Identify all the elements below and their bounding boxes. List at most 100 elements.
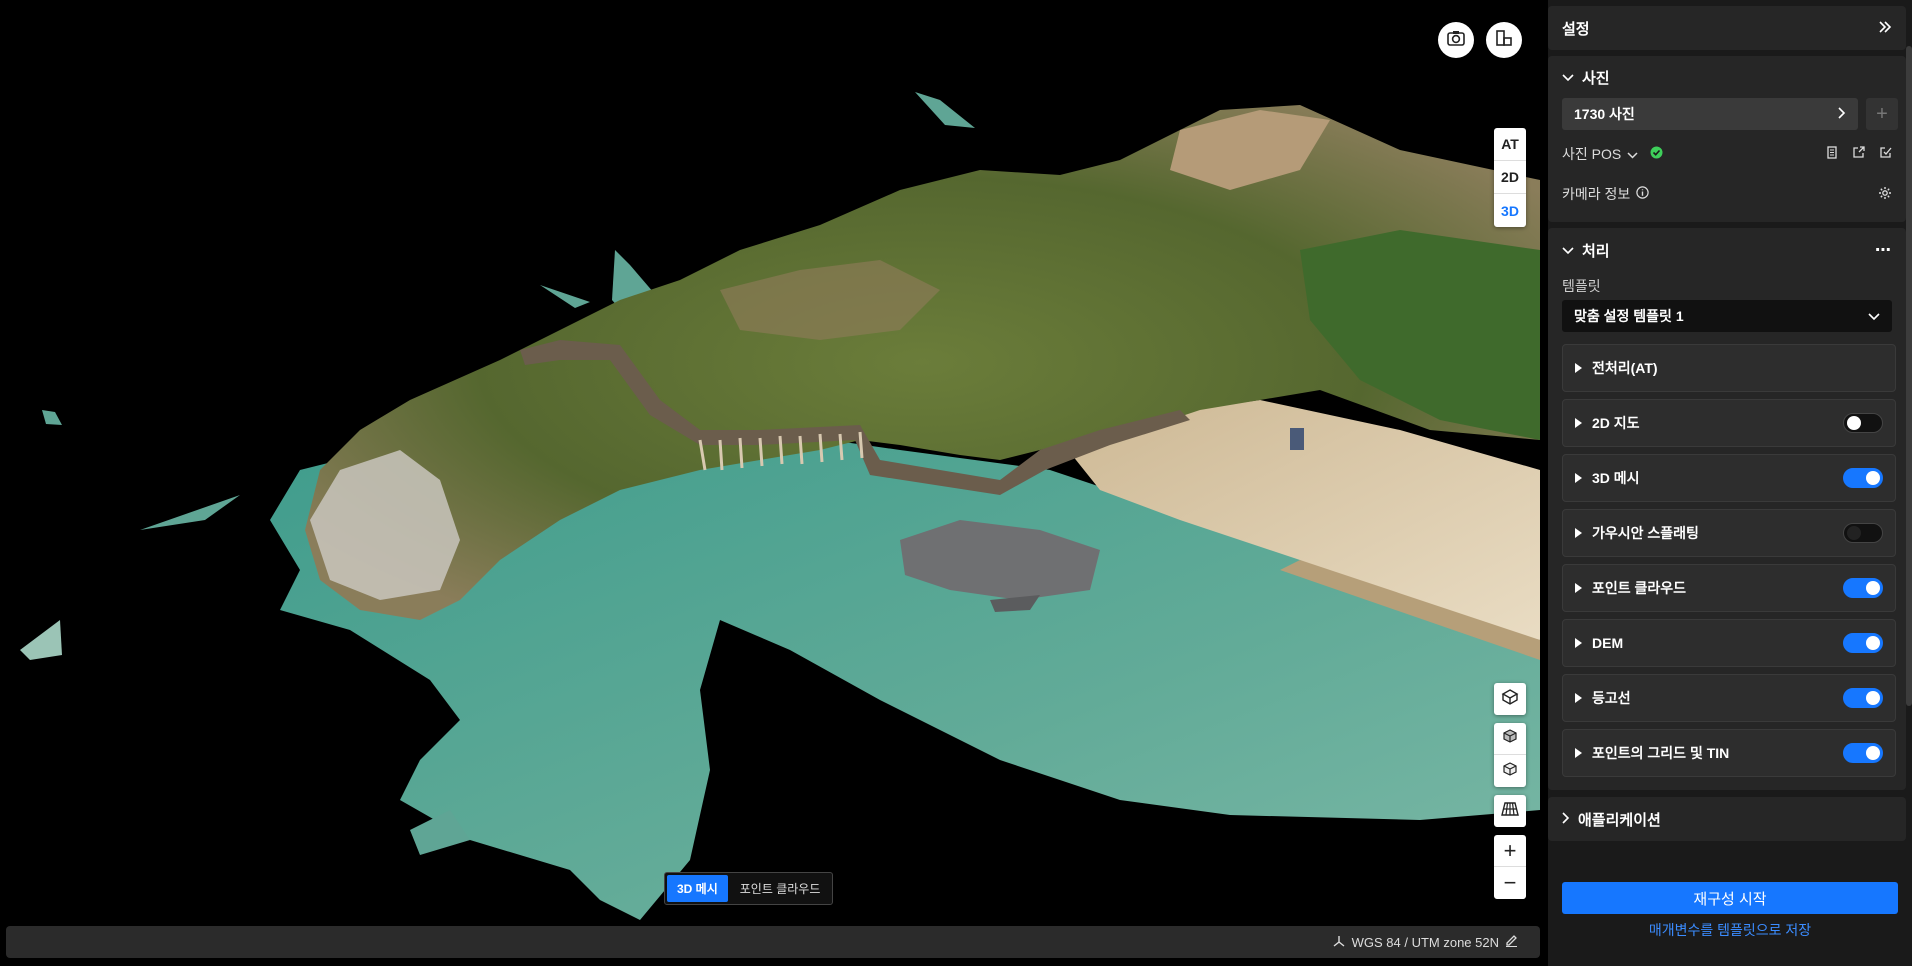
layer-switch: 3D 메시 포인트 클라우드 bbox=[664, 872, 834, 905]
proc-item-grid-tin[interactable]: 포인트의 그리드 및 TIN bbox=[1562, 729, 1896, 777]
3d-mesh-scene[interactable] bbox=[0, 0, 1540, 930]
start-reconstruction-button[interactable]: 재구성 시작 bbox=[1562, 882, 1898, 914]
proc-item-contour[interactable]: 등고선 bbox=[1562, 674, 1896, 722]
grid-floor-icon bbox=[1501, 801, 1519, 822]
gear-icon[interactable] bbox=[1878, 186, 1892, 203]
template-select[interactable]: 맞춤 설정 템플릿 1 bbox=[1562, 300, 1892, 332]
floorplan-button[interactable] bbox=[1486, 22, 1522, 58]
proc-item-label: 3D 메시 bbox=[1592, 470, 1640, 486]
view-mode-3d[interactable]: 3D bbox=[1494, 194, 1526, 227]
layer-tab-mesh[interactable]: 3D 메시 bbox=[667, 875, 728, 902]
caret-right-icon bbox=[1575, 638, 1582, 648]
proc-item-3d-mesh[interactable]: 3D 메시 bbox=[1562, 454, 1896, 502]
view-mode-2d[interactable]: 2D bbox=[1494, 161, 1526, 194]
export-icon[interactable] bbox=[1852, 146, 1865, 162]
toggle-knob bbox=[1866, 746, 1880, 760]
toggle-3d-mesh[interactable] bbox=[1843, 468, 1883, 488]
proc-item-dem[interactable]: DEM bbox=[1562, 619, 1896, 667]
settings-panel: 설정 사진 1730 사진 + 사진 POS 카메라 정보 처리 ⋯ 템플릿 맞… bbox=[1548, 0, 1912, 966]
caret-right-icon bbox=[1575, 418, 1582, 428]
photo-count-row: 1730 사진 + bbox=[1548, 98, 1906, 130]
toggle-knob bbox=[1847, 526, 1861, 540]
collapse-panel-icon[interactable] bbox=[1878, 20, 1892, 37]
camera-info-label: 카메라 정보 bbox=[1562, 186, 1631, 202]
status-bar: WGS 84 / UTM zone 52N bbox=[6, 926, 1540, 958]
applications-section-header[interactable]: 애플리케이션 bbox=[1548, 797, 1906, 841]
caret-right-icon bbox=[1575, 363, 1582, 373]
layers-button[interactable] bbox=[1494, 683, 1526, 715]
proc-item-label: 등고선 bbox=[1592, 690, 1631, 706]
edit-icon[interactable] bbox=[1505, 934, 1518, 950]
proc-item-label: 전처리(AT) bbox=[1592, 360, 1658, 376]
zoom-out-icon: − bbox=[1503, 870, 1517, 895]
caret-right-icon bbox=[1575, 583, 1582, 593]
floorplan-icon bbox=[1495, 29, 1513, 52]
photos-section-title: 사진 bbox=[1582, 69, 1610, 87]
toggle-point-cloud[interactable] bbox=[1843, 578, 1883, 598]
proc-item-at[interactable]: 전처리(AT) bbox=[1562, 344, 1896, 392]
zoom-in-icon: + bbox=[1503, 837, 1517, 863]
box-icon bbox=[1503, 761, 1517, 781]
toggle-grid-tin[interactable] bbox=[1843, 743, 1883, 763]
info-icon[interactable] bbox=[1636, 186, 1649, 202]
chevron-down-icon bbox=[1868, 308, 1880, 324]
chevron-down-icon bbox=[1562, 69, 1574, 86]
toggle-contour[interactable] bbox=[1843, 688, 1883, 708]
toggle-knob bbox=[1866, 471, 1880, 485]
import-check-icon[interactable] bbox=[1879, 146, 1892, 162]
processing-section-header[interactable]: 처리 ⋯ bbox=[1548, 228, 1906, 272]
panel-scrollbar[interactable] bbox=[1906, 46, 1912, 706]
toggle-2d-map[interactable] bbox=[1843, 413, 1883, 433]
side-toolbar: + − bbox=[1494, 683, 1526, 899]
photos-section-header[interactable]: 사진 bbox=[1548, 56, 1906, 98]
view-mode-at[interactable]: AT bbox=[1494, 128, 1526, 161]
chevron-down-icon[interactable] bbox=[1627, 146, 1638, 162]
more-icon[interactable]: ⋯ bbox=[1875, 240, 1892, 260]
caret-right-icon bbox=[1575, 528, 1582, 538]
camera-info-row: 카메라 정보 bbox=[1548, 174, 1906, 214]
zoom-in-button[interactable]: + bbox=[1494, 835, 1526, 867]
toggle-dem[interactable] bbox=[1843, 633, 1883, 653]
screenshot-button[interactable] bbox=[1438, 22, 1474, 58]
proc-item-label: DEM bbox=[1592, 635, 1624, 651]
layer-tab-point-cloud[interactable]: 포인트 클라우드 bbox=[730, 875, 831, 902]
proc-item-label: 가우시안 스플래팅 bbox=[1592, 525, 1699, 541]
toggle-knob bbox=[1847, 416, 1861, 430]
template-label: 템플릿 bbox=[1562, 278, 1601, 294]
save-template-link[interactable]: 매개변수를 템플릿으로 저장 bbox=[1562, 920, 1898, 940]
document-icon[interactable] bbox=[1826, 146, 1838, 162]
toggle-knob bbox=[1866, 581, 1880, 595]
textured-box-button[interactable] bbox=[1494, 755, 1526, 787]
toggle-knob bbox=[1866, 636, 1880, 650]
template-value: 맞춤 설정 템플릿 1 bbox=[1574, 308, 1684, 324]
photos-section: 사진 1730 사진 + 사진 POS 카메라 정보 bbox=[1548, 56, 1906, 222]
proc-item-gaussian-splatting[interactable]: 가우시안 스플래팅 bbox=[1562, 509, 1896, 557]
applications-section: 애플리케이션 bbox=[1548, 797, 1906, 841]
solid-box-button[interactable] bbox=[1494, 723, 1526, 755]
photo-pos-label[interactable]: 사진 POS bbox=[1562, 144, 1621, 164]
processing-section: 처리 ⋯ 템플릿 맞춤 설정 템플릿 1 전처리(AT) 2D 지도 3D 메시… bbox=[1548, 228, 1906, 790]
zoom-out-button[interactable]: − bbox=[1494, 867, 1526, 899]
layers-cube-icon bbox=[1501, 688, 1519, 711]
add-photos-button[interactable]: + bbox=[1866, 98, 1898, 130]
proc-item-label: 포인트의 그리드 및 TIN bbox=[1592, 745, 1730, 761]
view-mode-switch: AT 2D 3D bbox=[1494, 128, 1526, 227]
crs-label: WGS 84 / UTM zone 52N bbox=[1351, 934, 1499, 950]
photo-pos-row: 사진 POS bbox=[1548, 134, 1906, 174]
caret-right-icon bbox=[1575, 693, 1582, 703]
panel-header: 설정 bbox=[1548, 6, 1906, 50]
top-toolbar bbox=[1438, 22, 1522, 58]
zoom-controls: + − bbox=[1494, 835, 1526, 899]
applications-section-title: 애플리케이션 bbox=[1578, 811, 1661, 829]
3d-viewport[interactable]: AT 2D 3D + − 3D 메시 포인트 클라우드 WGS 84 / UTM… bbox=[0, 0, 1540, 966]
toggle-gaussian-splatting[interactable] bbox=[1843, 523, 1883, 543]
proc-item-2d-map[interactable]: 2D 지도 bbox=[1562, 399, 1896, 447]
photo-list-button[interactable]: 1730 사진 bbox=[1562, 98, 1858, 130]
chevron-down-icon bbox=[1562, 242, 1574, 259]
chevron-right-icon bbox=[1562, 811, 1570, 828]
toggle-knob bbox=[1866, 691, 1880, 705]
proc-item-point-cloud[interactable]: 포인트 클라우드 bbox=[1562, 564, 1896, 612]
processing-section-title: 처리 bbox=[1582, 242, 1610, 260]
proc-item-label: 2D 지도 bbox=[1592, 415, 1640, 431]
ground-grid-button[interactable] bbox=[1494, 795, 1526, 827]
